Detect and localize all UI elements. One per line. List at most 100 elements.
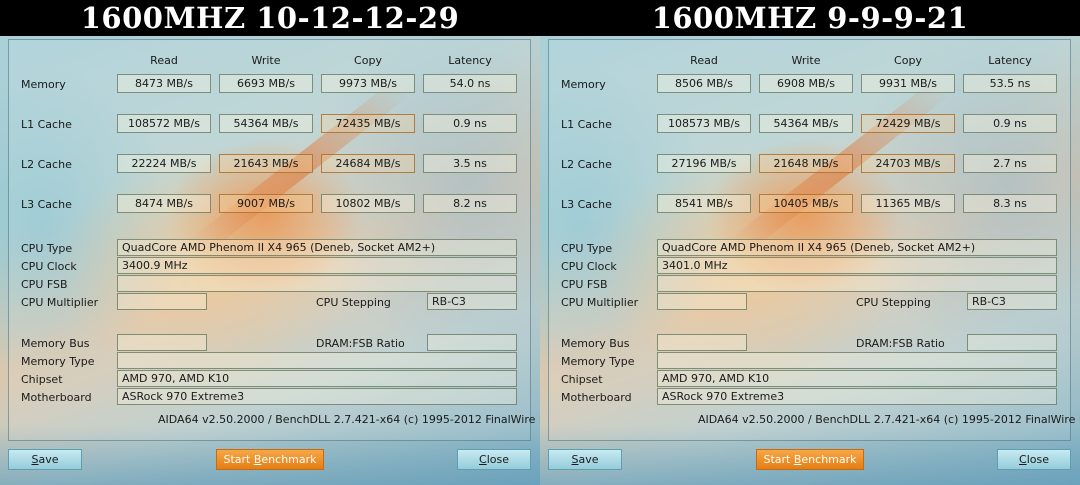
pane-title: 1600MHZ 10-12-12-29 xyxy=(0,0,540,36)
row-label-l2-cache: L2 Cache xyxy=(21,158,72,171)
l2-read-value: 27196 MB/s xyxy=(657,154,751,173)
label-motherboard: Motherboard xyxy=(21,391,92,404)
memory-bus-value xyxy=(657,334,747,351)
row-label-memory: Memory xyxy=(561,78,606,91)
memory-write-value: 6908 MB/s xyxy=(759,74,853,93)
memory-write-value: 6693 MB/s xyxy=(219,74,313,93)
label-dram-fsb-ratio: DRAM:FSB Ratio xyxy=(316,337,405,350)
memory-type-value xyxy=(657,352,1057,369)
label-memory-bus: Memory Bus xyxy=(21,337,90,350)
label-cpu-clock: CPU Clock xyxy=(21,260,77,273)
row-label-l3-cache: L3 Cache xyxy=(21,198,72,211)
l1-latency-value: 0.9 ns xyxy=(423,114,517,133)
memory-bus-value xyxy=(117,334,207,351)
cpu-fsb-value xyxy=(117,275,517,292)
l3-write-value: 10405 MB/s xyxy=(759,194,853,213)
label-chipset: Chipset xyxy=(21,373,63,386)
l2-latency-value: 2.7 ns xyxy=(963,154,1057,173)
label-cpu-multiplier: CPU Multiplier xyxy=(21,296,99,309)
chipset-value: AMD 970, AMD K10 xyxy=(117,370,517,387)
memory-type-value xyxy=(117,352,517,369)
memory-copy-value: 9931 MB/s xyxy=(861,74,955,93)
benchmark-window-left: 1600MHZ 10-12-12-29 Read Write Copy Late… xyxy=(0,0,540,485)
column-header-latency: Latency xyxy=(988,54,1032,67)
l1-write-value: 54364 MB/s xyxy=(759,114,853,133)
row-label-l1-cache: L1 Cache xyxy=(561,118,612,131)
column-header-latency: Latency xyxy=(448,54,492,67)
l3-latency-value: 8.2 ns xyxy=(423,194,517,213)
label-cpu-type: CPU Type xyxy=(21,242,73,255)
memory-latency-value: 53.5 ns xyxy=(963,74,1057,93)
l3-write-value: 9007 MB/s xyxy=(219,194,313,213)
label-cpu-fsb: CPU FSB xyxy=(561,278,608,291)
l1-copy-value: 72435 MB/s xyxy=(321,114,415,133)
cpu-stepping-value: RB-C3 xyxy=(967,293,1057,310)
cpu-multiplier-value xyxy=(657,293,747,310)
cpu-fsb-value xyxy=(657,275,1057,292)
benchmark-window-right: 1600MHZ 9-9-9-21 Read Write Copy Latency… xyxy=(540,0,1080,485)
version-footer: AIDA64 v2.50.2000 / BenchDLL 2.7.421-x64… xyxy=(158,413,540,426)
column-header-write: Write xyxy=(251,54,281,67)
label-cpu-stepping: CPU Stepping xyxy=(856,296,931,309)
l1-read-value: 108573 MB/s xyxy=(657,114,751,133)
label-memory-bus: Memory Bus xyxy=(561,337,630,350)
memory-read-value: 8506 MB/s xyxy=(657,74,751,93)
label-cpu-type: CPU Type xyxy=(561,242,613,255)
save-button[interactable]: Save xyxy=(8,449,82,470)
column-header-copy: Copy xyxy=(354,54,382,67)
row-label-l3-cache: L3 Cache xyxy=(561,198,612,211)
close-button[interactable]: Close xyxy=(457,449,531,470)
column-header-read: Read xyxy=(690,54,718,67)
cpu-type-value: QuadCore AMD Phenom II X4 965 (Deneb, So… xyxy=(657,239,1057,256)
l3-copy-value: 11365 MB/s xyxy=(861,194,955,213)
version-footer: AIDA64 v2.50.2000 / BenchDLL 2.7.421-x64… xyxy=(698,413,1080,426)
label-cpu-stepping: CPU Stepping xyxy=(316,296,391,309)
memory-copy-value: 9973 MB/s xyxy=(321,74,415,93)
start-benchmark-button[interactable]: Start Benchmark xyxy=(756,449,864,470)
motherboard-value: ASRock 970 Extreme3 xyxy=(657,388,1057,405)
l1-copy-value: 72429 MB/s xyxy=(861,114,955,133)
l3-read-value: 8541 MB/s xyxy=(657,194,751,213)
label-motherboard: Motherboard xyxy=(561,391,632,404)
l3-copy-value: 10802 MB/s xyxy=(321,194,415,213)
l2-read-value: 22224 MB/s xyxy=(117,154,211,173)
l3-latency-value: 8.3 ns xyxy=(963,194,1057,213)
l1-write-value: 54364 MB/s xyxy=(219,114,313,133)
start-benchmark-button[interactable]: Start Benchmark xyxy=(216,449,324,470)
column-header-write: Write xyxy=(791,54,821,67)
dram-fsb-ratio-value xyxy=(967,334,1057,351)
l2-write-value: 21643 MB/s xyxy=(219,154,313,173)
memory-latency-value: 54.0 ns xyxy=(423,74,517,93)
l3-read-value: 8474 MB/s xyxy=(117,194,211,213)
cpu-type-value: QuadCore AMD Phenom II X4 965 (Deneb, So… xyxy=(117,239,517,256)
dram-fsb-ratio-value xyxy=(427,334,517,351)
cpu-clock-value: 3401.0 MHz xyxy=(657,257,1057,274)
chipset-value: AMD 970, AMD K10 xyxy=(657,370,1057,387)
l2-copy-value: 24703 MB/s xyxy=(861,154,955,173)
l2-latency-value: 3.5 ns xyxy=(423,154,517,173)
cpu-clock-value: 3400.9 MHz xyxy=(117,257,517,274)
l2-copy-value: 24684 MB/s xyxy=(321,154,415,173)
label-cpu-clock: CPU Clock xyxy=(561,260,617,273)
l2-write-value: 21648 MB/s xyxy=(759,154,853,173)
label-chipset: Chipset xyxy=(561,373,603,386)
memory-read-value: 8473 MB/s xyxy=(117,74,211,93)
row-label-l1-cache: L1 Cache xyxy=(21,118,72,131)
close-button[interactable]: Close xyxy=(997,449,1071,470)
l1-latency-value: 0.9 ns xyxy=(963,114,1057,133)
row-label-l2-cache: L2 Cache xyxy=(561,158,612,171)
column-header-read: Read xyxy=(150,54,178,67)
column-header-copy: Copy xyxy=(894,54,922,67)
label-cpu-fsb: CPU FSB xyxy=(21,278,68,291)
save-button[interactable]: Save xyxy=(548,449,622,470)
pane-title: 1600MHZ 9-9-9-21 xyxy=(540,0,1080,36)
label-cpu-multiplier: CPU Multiplier xyxy=(561,296,639,309)
label-memory-type: Memory Type xyxy=(21,355,95,368)
cpu-stepping-value: RB-C3 xyxy=(427,293,517,310)
label-dram-fsb-ratio: DRAM:FSB Ratio xyxy=(856,337,945,350)
cpu-multiplier-value xyxy=(117,293,207,310)
label-memory-type: Memory Type xyxy=(561,355,635,368)
row-label-memory: Memory xyxy=(21,78,66,91)
motherboard-value: ASRock 970 Extreme3 xyxy=(117,388,517,405)
l1-read-value: 108572 MB/s xyxy=(117,114,211,133)
